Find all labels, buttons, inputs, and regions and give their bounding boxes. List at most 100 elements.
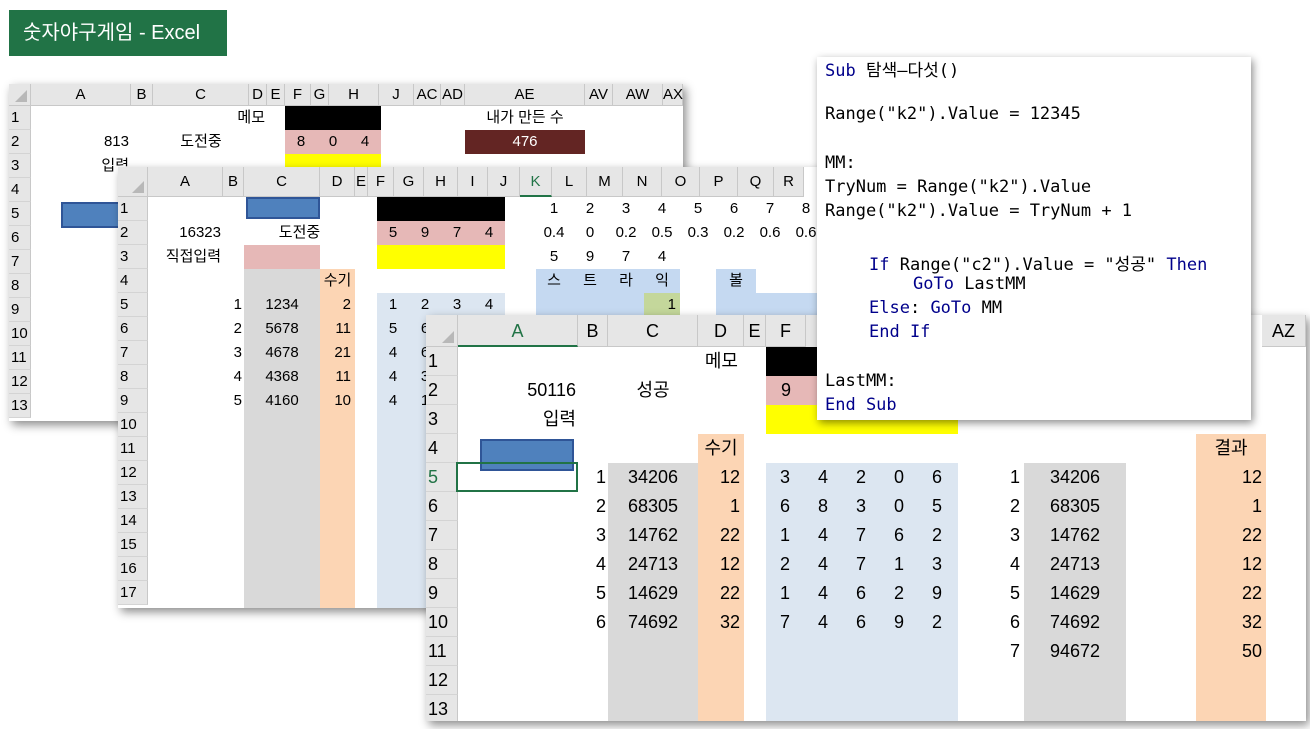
row-header[interactable]: 10	[9, 322, 31, 346]
row-header[interactable]: 7	[9, 250, 31, 274]
row-header[interactable]: 8	[426, 550, 458, 579]
row-header[interactable]: 4	[9, 178, 31, 202]
row-header[interactable]: 9	[118, 389, 148, 413]
row-header[interactable]: 6	[426, 492, 458, 521]
digit-cell: 1	[377, 293, 409, 317]
pink-input-fill	[244, 245, 320, 269]
row-header[interactable]: 1	[9, 106, 31, 130]
row-header[interactable]: 16	[118, 557, 148, 581]
column-header[interactable]: C	[153, 84, 249, 106]
value-cell: 7	[621, 248, 631, 265]
value-cell: 6	[729, 200, 739, 217]
row-header[interactable]: 10	[426, 608, 458, 637]
row-header[interactable]: 8	[9, 274, 31, 298]
column-header[interactable]: P	[700, 167, 738, 197]
row-header[interactable]: 3	[9, 154, 31, 178]
row-header[interactable]: 13	[9, 394, 31, 418]
column-header[interactable]: F	[766, 315, 806, 347]
column-header[interactable]: E	[744, 315, 766, 347]
row-header[interactable]: 7	[426, 521, 458, 550]
guess-cell: 68305	[1024, 492, 1126, 521]
column-header[interactable]: AD	[441, 84, 465, 106]
column-header[interactable]: E	[355, 167, 368, 197]
column-header[interactable]: A	[458, 315, 578, 347]
code-token: LastMM:	[825, 370, 897, 391]
row-header[interactable]: 9	[9, 298, 31, 322]
column-header[interactable]: D	[320, 167, 355, 197]
column-header[interactable]: O	[662, 167, 700, 197]
column-header[interactable]: A	[148, 167, 223, 197]
digit-cell: 8	[804, 492, 842, 521]
row-header[interactable]: 11	[426, 637, 458, 666]
row-header[interactable]: 5	[118, 293, 148, 317]
row-header[interactable]: 12	[118, 461, 148, 485]
column-header[interactable]: D	[698, 315, 744, 347]
select-all-corner[interactable]	[426, 315, 458, 347]
row-header[interactable]: 6	[118, 317, 148, 341]
column-header[interactable]: AX	[663, 84, 683, 106]
row-header[interactable]: 13	[426, 695, 458, 721]
column-header[interactable]: K	[520, 167, 552, 197]
column-header[interactable]: C	[608, 315, 698, 347]
column-header[interactable]: Q	[738, 167, 774, 197]
column-header[interactable]: R	[774, 167, 804, 197]
row-header[interactable]: 5	[426, 463, 458, 492]
row-header[interactable]: 7	[118, 341, 148, 365]
column-header[interactable]: H	[424, 167, 458, 197]
column-header[interactable]: G	[394, 167, 424, 197]
select-all-corner[interactable]	[118, 167, 148, 197]
number-cell: 813	[103, 133, 129, 150]
row-header[interactable]: 6	[9, 226, 31, 250]
column-header[interactable]: J	[488, 167, 520, 197]
column-header[interactable]: N	[623, 167, 662, 197]
row-header[interactable]: 3	[118, 245, 148, 269]
column-header[interactable]: D	[249, 84, 267, 106]
row-header[interactable]: 10	[118, 413, 148, 437]
column-header[interactable]: B	[131, 84, 153, 106]
column-header[interactable]: J	[379, 84, 414, 106]
column-header[interactable]: AW	[613, 84, 663, 106]
row-header[interactable]: 1	[118, 197, 148, 221]
row-header[interactable]: 13	[118, 485, 148, 509]
column-header[interactable]: H	[329, 84, 379, 106]
input-button[interactable]	[246, 197, 320, 219]
column-header[interactable]: A	[31, 84, 131, 106]
column-header[interactable]: C	[244, 167, 320, 197]
column-header[interactable]: B	[578, 315, 608, 347]
row-header[interactable]: 2	[426, 376, 458, 405]
column-header[interactable]: G	[311, 84, 329, 106]
row-header[interactable]: 11	[9, 346, 31, 370]
row-header[interactable]: 4	[118, 269, 148, 293]
column-header[interactable]: AC	[414, 84, 441, 106]
row-header[interactable]: 1	[426, 347, 458, 376]
column-header[interactable]: F	[285, 84, 311, 106]
row-header[interactable]: 11	[118, 437, 148, 461]
row-header[interactable]: 17	[118, 581, 148, 605]
select-all-corner[interactable]	[9, 84, 31, 106]
column-header[interactable]: L	[552, 167, 587, 197]
row-header[interactable]: 2	[118, 221, 148, 245]
row-header[interactable]: 4	[426, 434, 458, 463]
row-header[interactable]: 12	[426, 666, 458, 695]
column-header[interactable]: F	[368, 167, 394, 197]
column-header[interactable]: B	[223, 167, 244, 197]
index-cell: 6	[1009, 612, 1020, 632]
row-header[interactable]: 9	[426, 579, 458, 608]
column-header[interactable]: E	[267, 84, 285, 106]
row-header[interactable]: 12	[9, 370, 31, 394]
value-cell: 1	[644, 293, 680, 317]
column-header[interactable]: AE	[465, 84, 585, 106]
column-header[interactable]: AZ	[1262, 315, 1306, 347]
row-header[interactable]: 5	[9, 202, 31, 226]
row-header[interactable]: 3	[426, 405, 458, 434]
row-header[interactable]: 14	[118, 509, 148, 533]
row-header[interactable]: 8	[118, 365, 148, 389]
column-header[interactable]: M	[587, 167, 623, 197]
column-header[interactable]: I	[458, 167, 488, 197]
digit-cell: 4	[804, 608, 842, 637]
row-header[interactable]: 2	[9, 130, 31, 154]
row-header[interactable]: 15	[118, 533, 148, 557]
guess-cell: 74692	[608, 608, 698, 637]
column-header[interactable]: AV	[585, 84, 613, 106]
selected-cell[interactable]	[456, 462, 578, 492]
